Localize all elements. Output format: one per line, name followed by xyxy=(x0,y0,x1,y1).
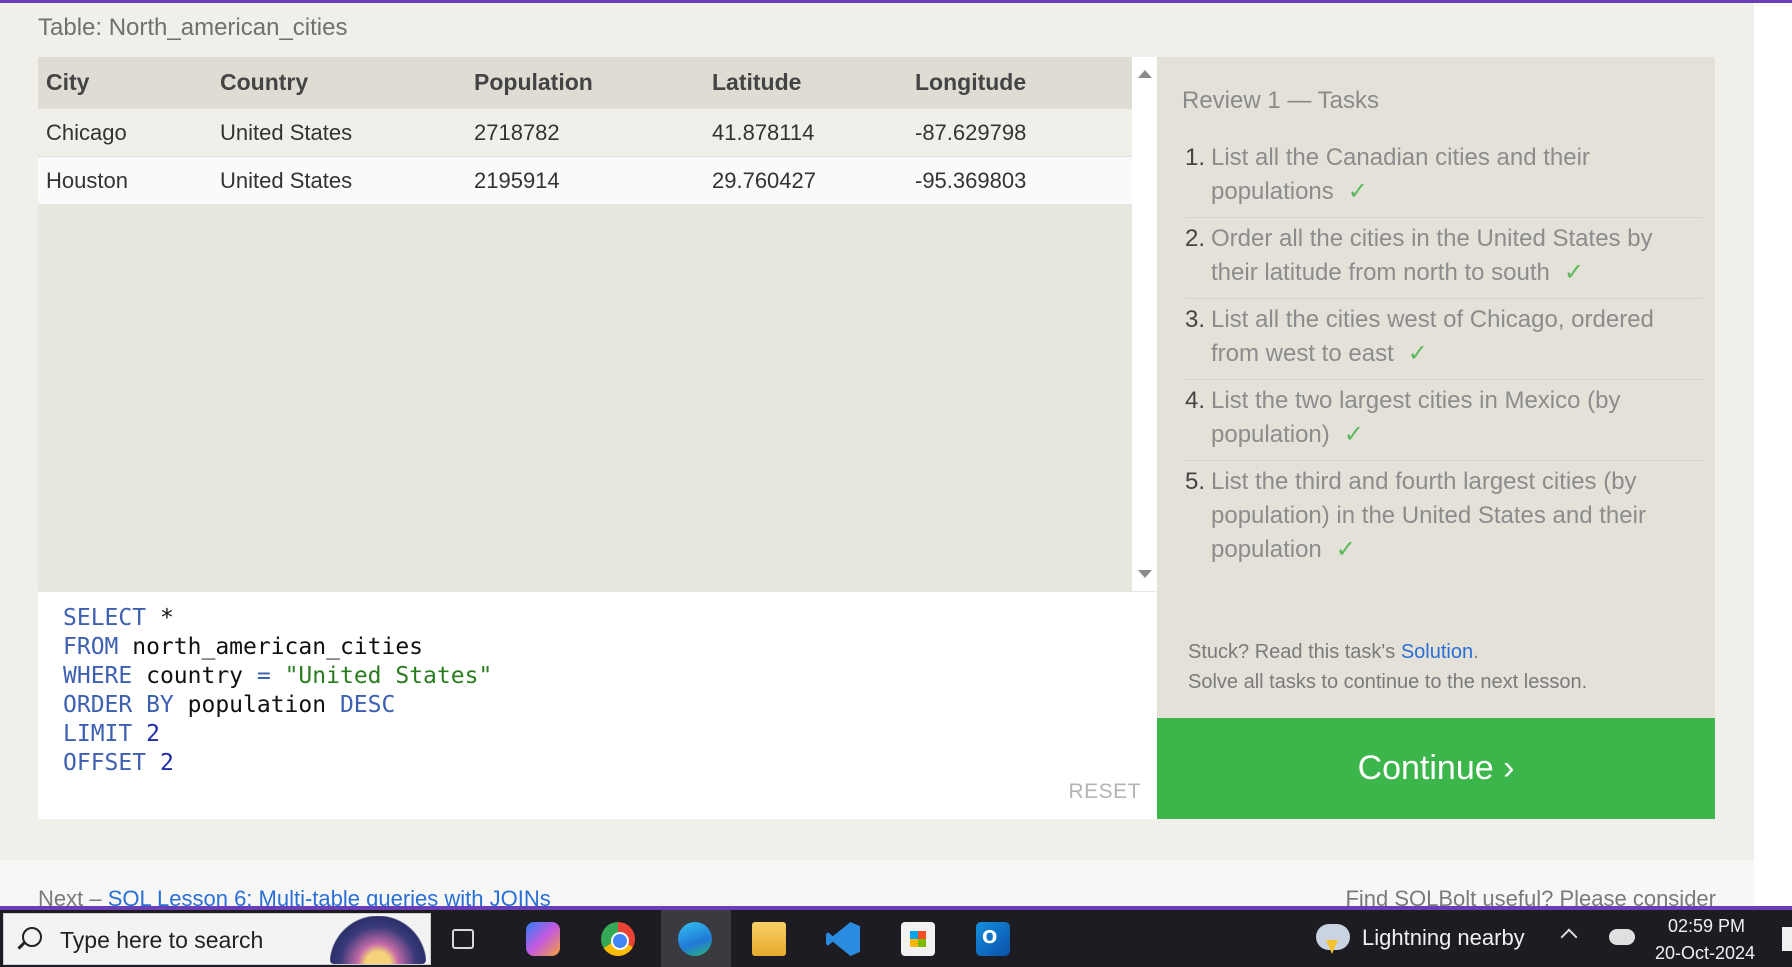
table-row: Houston United States 2195914 29.760427 … xyxy=(38,156,1132,204)
check-icon: ✓ xyxy=(1343,421,1364,448)
code-line[interactable]: SELECT * xyxy=(63,604,492,633)
check-icon: ✓ xyxy=(1407,340,1428,367)
table-cell: -87.629798 xyxy=(915,120,1027,145)
table-cell: -95.369803 xyxy=(915,168,1027,193)
chevron-up-icon[interactable] xyxy=(1560,928,1578,946)
table-cell: United States xyxy=(220,168,353,193)
results-table: City Country Population Latitude Longitu… xyxy=(38,57,1157,591)
edge-icon[interactable] xyxy=(678,922,712,956)
clock-date[interactable]: 20-Oct-2024 xyxy=(1655,943,1755,964)
outlook-icon[interactable] xyxy=(976,922,1010,956)
table-cell: 41.878114 xyxy=(712,120,815,145)
solve-all-note: Solve all tasks to continue to the next … xyxy=(1188,671,1588,693)
task-text: List the two largest cities in Mexico (b… xyxy=(1211,387,1621,448)
page-gutter xyxy=(1754,3,1792,910)
task-number: 3. xyxy=(1185,306,1206,333)
chrome-icon[interactable] xyxy=(601,922,635,956)
code-token: LIMIT xyxy=(63,721,133,747)
code-token: country xyxy=(132,663,257,689)
task-number: 5. xyxy=(1185,468,1206,495)
code-line[interactable]: LIMIT 2 xyxy=(63,720,492,749)
code-token: WHERE xyxy=(63,663,133,689)
windows-taskbar: Type here to search Lightning nearby 02:… xyxy=(0,910,1792,967)
task-item: 2. Order all the cities in the United St… xyxy=(1185,218,1703,299)
code-token: 2 xyxy=(132,721,160,747)
code-token: * xyxy=(146,605,174,631)
code-token: population xyxy=(173,692,340,718)
weather-text[interactable]: Lightning nearby xyxy=(1362,925,1525,951)
scroll-down-arrow-icon[interactable] xyxy=(1138,570,1152,578)
task-text: List all the cities west of Chicago, ord… xyxy=(1211,306,1654,367)
task-number: 4. xyxy=(1185,387,1206,414)
table-cell: 2195914 xyxy=(474,168,560,193)
column-header-population: Population xyxy=(474,69,593,95)
column-header-longitude: Longitude xyxy=(915,69,1027,95)
task-text: List the third and fourth largest cities… xyxy=(1211,468,1646,563)
show-desktop-button[interactable] xyxy=(1782,927,1792,951)
tasks-panel: Review 1 — Tasks 1. List all the Canadia… xyxy=(1157,57,1715,718)
task-item: 4. List the two largest cities in Mexico… xyxy=(1185,380,1703,461)
code-line[interactable]: WHERE country = "United States" xyxy=(63,662,492,691)
sql-editor[interactable]: SELECT * FROM north_american_cities WHERE … xyxy=(38,591,1157,819)
task-item: 1. List all the Canadian cities and thei… xyxy=(1185,137,1703,218)
reset-button[interactable]: RESET xyxy=(1068,780,1141,804)
code-token: "United States" xyxy=(270,663,493,689)
tasks-title: Review 1 — Tasks xyxy=(1182,87,1379,114)
column-header-city: City xyxy=(46,69,90,95)
solution-link[interactable]: Solution xyxy=(1401,641,1473,663)
code-line[interactable]: FROM north_american_cities xyxy=(63,633,492,662)
table-cell: Houston xyxy=(46,168,128,193)
table-cell: 29.760427 xyxy=(712,168,816,193)
table-header-row: City Country Population Latitude Longitu… xyxy=(38,57,1132,108)
table-row: Chicago United States 2718782 41.878114 … xyxy=(38,108,1132,156)
search-highlight-icon[interactable] xyxy=(330,916,426,964)
task-item: 3. List all the cities west of Chicago, … xyxy=(1185,299,1703,380)
code-token: OFFSET xyxy=(63,750,147,776)
check-icon: ✓ xyxy=(1563,259,1584,286)
code-token: = xyxy=(256,663,271,689)
code-token: 2 xyxy=(146,750,174,776)
code-line[interactable]: ORDER BY population DESC xyxy=(63,691,492,720)
check-icon: ✓ xyxy=(1347,178,1368,205)
task-number: 1. xyxy=(1185,144,1206,171)
vscode-icon[interactable] xyxy=(826,922,860,956)
table-cell: 2718782 xyxy=(474,120,560,145)
task-text: Order all the cities in the United State… xyxy=(1211,225,1653,286)
task-list: 1. List all the Canadian cities and thei… xyxy=(1185,137,1703,575)
check-icon: ✓ xyxy=(1335,536,1356,563)
code-line[interactable]: OFFSET 2 xyxy=(63,749,492,778)
continue-button[interactable]: Continue › xyxy=(1157,718,1715,819)
code-token: FROM xyxy=(63,634,119,660)
stuck-prefix: Stuck? Read this task's xyxy=(1188,641,1401,663)
lightning-bolt-icon xyxy=(1326,940,1338,954)
search-icon xyxy=(22,927,42,947)
task-number: 2. xyxy=(1185,225,1206,252)
table-cell: Chicago xyxy=(46,120,127,145)
column-header-country: Country xyxy=(220,69,309,95)
onedrive-cloud-icon[interactable] xyxy=(1609,929,1635,945)
file-explorer-icon[interactable] xyxy=(752,922,786,956)
copilot-icon[interactable] xyxy=(526,922,560,956)
code-token: north_american_cities xyxy=(118,634,424,660)
code-token: ORDER BY xyxy=(63,692,174,718)
table-caption: Table: North_american_cities xyxy=(38,14,348,41)
scroll-up-arrow-icon[interactable] xyxy=(1138,70,1152,78)
table-scrollbar[interactable] xyxy=(1132,57,1157,591)
task-view-icon[interactable] xyxy=(452,929,474,949)
clock-time[interactable]: 02:59 PM xyxy=(1668,916,1745,937)
code-token: SELECT xyxy=(63,605,147,631)
table-cell: United States xyxy=(220,120,353,145)
stuck-help: Stuck? Read this task's Solution. Solve … xyxy=(1188,637,1587,697)
task-text: List all the Canadian cities and their p… xyxy=(1211,144,1590,205)
search-placeholder[interactable]: Type here to search xyxy=(60,927,263,954)
taskbar-search-box[interactable]: Type here to search xyxy=(3,913,431,965)
column-header-latitude: Latitude xyxy=(712,69,802,95)
store-icon[interactable] xyxy=(901,922,935,956)
sql-code[interactable]: SELECT * FROM north_american_cities WHERE … xyxy=(63,604,492,778)
task-item: 5. List the third and fourth largest cit… xyxy=(1185,461,1703,575)
code-token: DESC xyxy=(339,692,396,718)
stuck-suffix: . xyxy=(1473,641,1479,663)
